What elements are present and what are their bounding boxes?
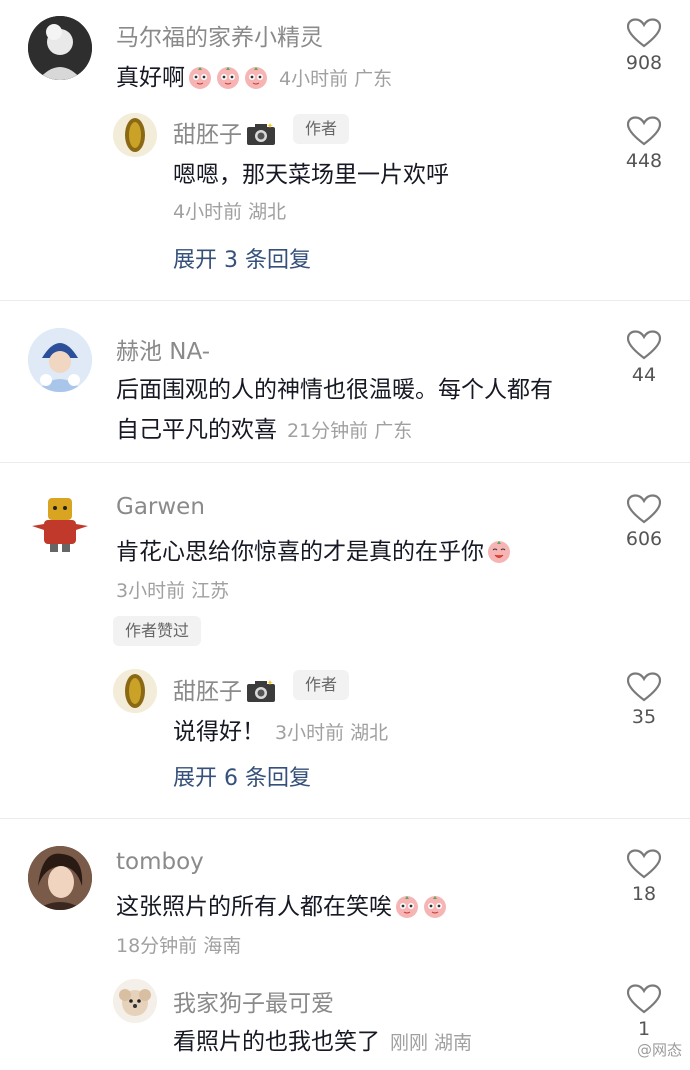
peach-emoji-icon	[396, 896, 418, 918]
camera-icon	[247, 123, 275, 145]
like-button[interactable]: 44	[609, 330, 679, 386]
like-count: 908	[625, 52, 663, 74]
weibo-watermark: @网态	[636, 1041, 682, 1059]
heart-outline-icon	[627, 984, 661, 1014]
author-badge: 作者	[293, 670, 350, 700]
comment-text-content: 真好啊	[116, 65, 185, 91]
reply-text-content: 看照片的也我也笑了	[173, 1029, 380, 1055]
avatar[interactable]	[113, 113, 157, 157]
comment-text: 肯花心思给你惊喜的才是真的在乎你	[116, 532, 512, 566]
like-count: 18	[631, 883, 657, 905]
reply-text: 说得好！ 3小时前 湖北	[173, 712, 388, 746]
like-count: 606	[625, 528, 663, 550]
like-count: 448	[625, 150, 663, 172]
divider	[0, 300, 690, 301]
reply-meta: 3小时前 湖北	[275, 722, 389, 744]
comment-text-content: 自己平凡的欢喜	[116, 417, 277, 443]
heart-outline-icon	[627, 849, 661, 879]
like-button[interactable]: 18	[609, 849, 679, 905]
comment-meta: 18分钟前 海南	[116, 935, 242, 957]
reply-meta: 刚刚 湖南	[390, 1032, 473, 1054]
heart-outline-icon	[627, 116, 661, 146]
like-count: 1	[637, 1018, 651, 1040]
comment-text: 真好啊 4小时前 广东	[116, 58, 392, 92]
avatar[interactable]	[113, 669, 157, 713]
heart-outline-icon	[627, 672, 661, 702]
heart-outline-icon	[627, 18, 661, 48]
peach-emoji-icon	[488, 541, 510, 563]
comment-username[interactable]: 赫池 NA-	[116, 332, 210, 366]
reply-username[interactable]: 甜胚子	[173, 672, 276, 706]
like-count: 44	[631, 364, 657, 386]
reply-username[interactable]: 甜胚子	[173, 115, 276, 149]
camera-icon	[247, 680, 275, 702]
avatar[interactable]	[28, 846, 92, 910]
reply-text-content: 说得好！	[173, 719, 265, 745]
like-button[interactable]: 1	[609, 984, 679, 1040]
divider	[0, 462, 690, 463]
author-badge: 作者	[293, 114, 350, 144]
comment-meta: 21分钟前 广东	[287, 420, 413, 442]
reply-meta: 4小时前 湖北	[173, 201, 287, 223]
like-button[interactable]: 448	[609, 116, 679, 172]
heart-outline-icon	[627, 494, 661, 524]
avatar[interactable]	[113, 979, 157, 1023]
like-button[interactable]: 35	[609, 672, 679, 728]
divider	[0, 818, 690, 819]
comment-meta: 4小时前 广东	[279, 68, 393, 90]
author-liked-badge: 作者赞过	[113, 616, 202, 646]
peach-emoji-icon	[245, 67, 267, 89]
expand-replies-link[interactable]: 展开 3 条回复	[173, 242, 311, 274]
peach-emoji-icon	[424, 896, 446, 918]
comment-username[interactable]: 马尔福的家养小精灵	[116, 18, 323, 52]
reply-text: 看照片的也我也笑了 刚刚 湖南	[173, 1022, 472, 1056]
comment-meta: 3小时前 江苏	[116, 580, 230, 602]
avatar[interactable]	[28, 490, 92, 554]
expand-replies-link[interactable]: 展开 6 条回复	[173, 760, 311, 792]
comment-text: 后面围观的人的神情也很温暖。每个人都有	[116, 377, 553, 403]
heart-outline-icon	[627, 330, 661, 360]
avatar[interactable]	[28, 16, 92, 80]
reply-username[interactable]: 我家狗子最可爱	[173, 984, 334, 1018]
comment-text-content: 肯花心思给你惊喜的才是真的在乎你	[116, 539, 484, 565]
comment-text-content: 这张照片的所有人都在笑唉	[116, 894, 392, 920]
comment-text: 这张照片的所有人都在笑唉	[116, 887, 448, 921]
reply-text: 嗯嗯，那天菜场里一片欢呼	[173, 162, 449, 188]
peach-emoji-icon	[217, 67, 239, 89]
like-button[interactable]: 908	[609, 18, 679, 74]
reply-username-label: 甜胚子	[173, 122, 242, 148]
comment-text: 自己平凡的欢喜 21分钟前 广东	[116, 410, 412, 444]
comment-username[interactable]: Garwen	[116, 494, 205, 520]
avatar[interactable]	[28, 328, 92, 392]
reply-username-label: 甜胚子	[173, 679, 242, 705]
like-button[interactable]: 606	[609, 494, 679, 550]
comment-username[interactable]: tomboy	[116, 849, 204, 875]
peach-emoji-icon	[189, 67, 211, 89]
like-count: 35	[631, 706, 657, 728]
